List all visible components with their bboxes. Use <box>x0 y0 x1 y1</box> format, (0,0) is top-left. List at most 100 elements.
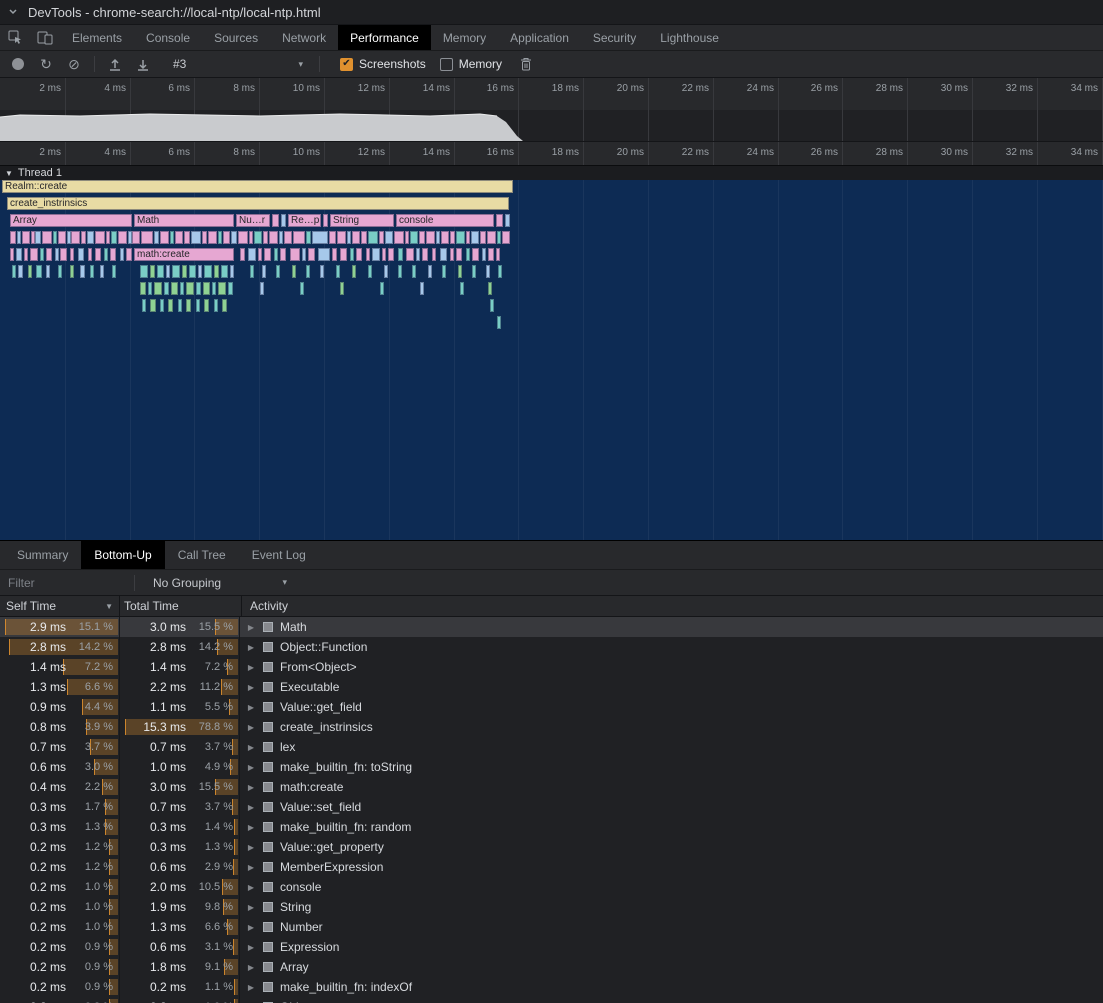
flame-bar[interactable] <box>223 231 230 244</box>
flame-bar[interactable] <box>24 248 28 261</box>
tab-performance[interactable]: Performance <box>338 25 431 50</box>
flame-bar[interactable]: create_instrinsics <box>7 197 509 210</box>
flame-bar[interactable] <box>221 265 228 278</box>
expand-icon[interactable]: ▶ <box>246 803 256 812</box>
flame-bar[interactable] <box>189 265 196 278</box>
tab-sources[interactable]: Sources <box>202 25 270 50</box>
flame-bar[interactable] <box>204 265 212 278</box>
flame-bar[interactable] <box>186 282 194 295</box>
flame-bar[interactable] <box>385 231 393 244</box>
thread-header[interactable]: ▼ Thread 1 <box>0 166 1103 180</box>
flame-bar[interactable] <box>350 248 354 261</box>
memory-checkbox[interactable]: Memory <box>440 57 502 71</box>
flame-bar[interactable] <box>422 248 428 261</box>
flame-bar[interactable] <box>157 265 164 278</box>
flame-bar[interactable] <box>263 231 268 244</box>
flame-bar[interactable] <box>132 231 140 244</box>
flame-bar[interactable] <box>154 282 162 295</box>
table-row[interactable]: 0.2 ms0.8 %0.2 ms1.0 %▶Object… <box>0 997 1103 1003</box>
flame-bar[interactable] <box>60 248 67 261</box>
flame-bar[interactable] <box>505 214 510 227</box>
flame-bar[interactable] <box>240 248 245 261</box>
tab-console[interactable]: Console <box>134 25 202 50</box>
flame-bar[interactable] <box>368 231 378 244</box>
flame-bar[interactable] <box>308 248 315 261</box>
flame-bar[interactable] <box>272 214 279 227</box>
flame-bar[interactable] <box>466 248 470 261</box>
expand-icon[interactable]: ▶ <box>246 663 256 672</box>
flame-bar[interactable] <box>87 231 94 244</box>
table-row[interactable]: 0.2 ms0.9 %0.6 ms3.1 %▶Expression <box>0 937 1103 957</box>
flame-bar[interactable] <box>405 231 409 244</box>
expand-icon[interactable]: ▶ <box>246 683 256 692</box>
tab-elements[interactable]: Elements <box>60 25 134 50</box>
flame-bar[interactable] <box>218 231 222 244</box>
flame-bar[interactable] <box>214 299 218 312</box>
flame-bar[interactable] <box>284 231 292 244</box>
flame-bar[interactable] <box>150 265 155 278</box>
tab-event-log[interactable]: Event Log <box>239 541 319 569</box>
ruler-bottom[interactable]: 2 ms4 ms6 ms8 ms10 ms12 ms14 ms16 ms18 m… <box>0 142 1103 166</box>
flame-bar[interactable] <box>416 248 420 261</box>
flame-bar[interactable] <box>398 248 403 261</box>
table-row[interactable]: 0.2 ms0.9 %0.2 ms1.1 %▶make_builtin_fn: … <box>0 977 1103 997</box>
table-row[interactable]: 0.6 ms3.0 %1.0 ms4.9 %▶make_builtin_fn: … <box>0 757 1103 777</box>
flame-bar[interactable] <box>372 248 380 261</box>
expand-icon[interactable]: ▶ <box>246 643 256 652</box>
flame-bar[interactable] <box>279 231 283 244</box>
flame-bar[interactable] <box>58 265 62 278</box>
flame-bar[interactable] <box>441 231 449 244</box>
flame-bar[interactable] <box>140 282 146 295</box>
flame-bar[interactable] <box>262 265 266 278</box>
table-row[interactable]: 1.3 ms6.6 %2.2 ms11.2 %▶Executable <box>0 677 1103 697</box>
flame-bar[interactable] <box>410 231 418 244</box>
flame-bar[interactable] <box>337 231 346 244</box>
flame-bar[interactable] <box>368 265 372 278</box>
screenshots-checkbox[interactable]: ✔ Screenshots <box>340 57 426 71</box>
flame-bar[interactable] <box>398 265 402 278</box>
flame-bar[interactable] <box>456 231 465 244</box>
flame-bar[interactable] <box>384 265 388 278</box>
flame-bar[interactable] <box>419 231 425 244</box>
flame-bar[interactable]: Realm::create <box>2 180 513 193</box>
inspect-element-icon[interactable] <box>0 25 30 50</box>
flame-bar[interactable] <box>81 231 86 244</box>
flame-bar[interactable] <box>184 231 190 244</box>
flame-bar[interactable] <box>352 265 356 278</box>
flame-bar[interactable] <box>497 231 501 244</box>
flame-bar[interactable] <box>171 282 178 295</box>
flame-bar[interactable] <box>196 282 201 295</box>
flame-bar[interactable] <box>248 248 256 261</box>
table-row[interactable]: 0.2 ms1.2 %0.3 ms1.3 %▶Value::get_proper… <box>0 837 1103 857</box>
flame-bar[interactable] <box>160 299 164 312</box>
flame-bar[interactable] <box>168 299 173 312</box>
flame-bar[interactable] <box>53 231 57 244</box>
flame-bar[interactable]: console <box>396 214 494 227</box>
flame-bar[interactable] <box>488 248 494 261</box>
flame-bar[interactable] <box>329 231 336 244</box>
flame-bar[interactable] <box>300 282 304 295</box>
flame-bar[interactable] <box>458 265 462 278</box>
flame-bar[interactable] <box>202 231 207 244</box>
table-row[interactable]: 0.9 ms4.4 %1.1 ms5.5 %▶Value::get_field <box>0 697 1103 717</box>
flame-bar[interactable] <box>70 265 74 278</box>
flame-bar[interactable] <box>71 231 80 244</box>
flame-bar[interactable] <box>332 248 337 261</box>
flame-bar[interactable] <box>260 282 264 295</box>
flame-bar[interactable] <box>18 265 23 278</box>
save-profile-button[interactable] <box>129 52 157 76</box>
flame-bar[interactable] <box>450 231 455 244</box>
flame-bar[interactable] <box>426 231 435 244</box>
flame-bar[interactable] <box>186 299 191 312</box>
expand-icon[interactable]: ▶ <box>246 763 256 772</box>
flame-bar[interactable] <box>231 231 237 244</box>
flame-bar[interactable] <box>42 231 52 244</box>
flame-bar[interactable]: math:create <box>134 248 234 261</box>
flame-bar[interactable] <box>160 231 169 244</box>
flame-bar[interactable] <box>380 282 384 295</box>
flame-bar[interactable] <box>292 265 296 278</box>
expand-icon[interactable]: ▶ <box>246 863 256 872</box>
flame-bar[interactable] <box>428 265 432 278</box>
flame-bar[interactable] <box>320 265 324 278</box>
flame-bar[interactable] <box>28 265 32 278</box>
